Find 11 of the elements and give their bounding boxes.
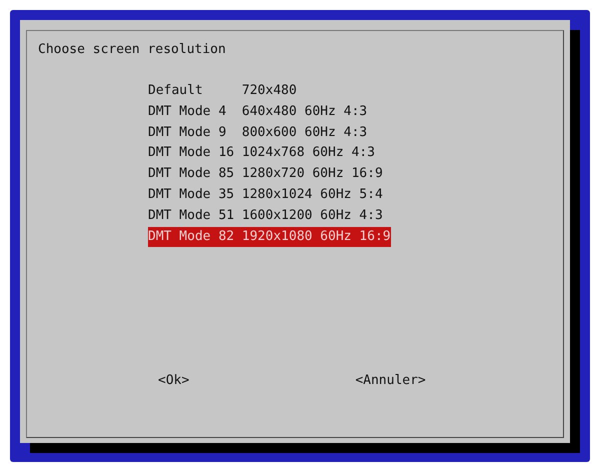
menu-item[interactable]: DMT Mode 4 640x480 60Hz 4:3 <box>148 102 368 122</box>
menu-item[interactable]: DMT Mode 51 1600x1200 60Hz 4:3 <box>148 206 383 226</box>
dialog-button[interactable]: <Ok> <box>158 370 190 391</box>
dialog-title: Choose screen resolution <box>38 41 226 59</box>
menu-item[interactable]: Default 720x480 <box>148 81 297 101</box>
menu-item[interactable]: DMT Mode 16 1024x768 60Hz 4:3 <box>148 143 375 164</box>
menu-item[interactable]: DMT Mode 9 800x600 60Hz 4:3 <box>148 122 368 143</box>
dialog-button[interactable]: <Annuler> <box>355 370 426 391</box>
menu-item[interactable]: DMT Mode 35 1280x1024 60Hz 5:4 <box>148 184 383 205</box>
menu-item[interactable]: DMT Mode 82 1920x1080 60Hz 16:9 <box>148 226 391 247</box>
menu-item[interactable]: DMT Mode 85 1280x720 60Hz 16:9 <box>148 164 383 184</box>
